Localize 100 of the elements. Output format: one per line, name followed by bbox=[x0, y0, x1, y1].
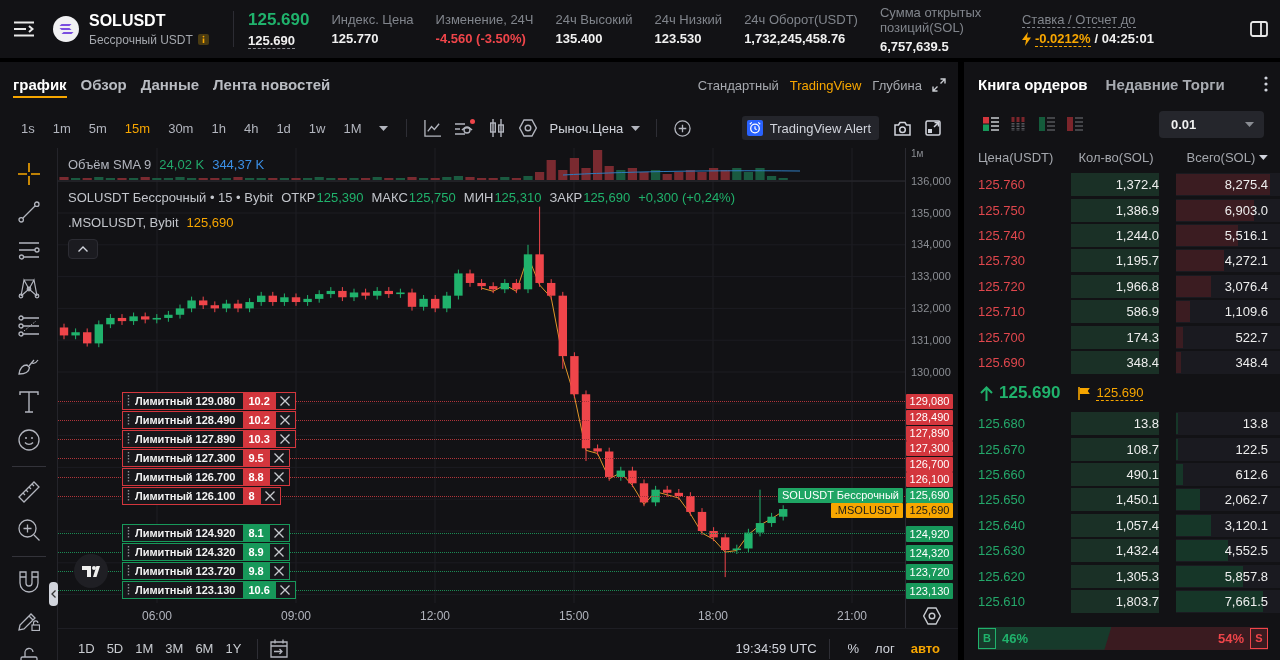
quantity-cell: 1,195.7 bbox=[1071, 249, 1159, 273]
order-book-tab[interactable]: Недавние Торги bbox=[1105, 75, 1225, 93]
stat-value: 6,757,639.5 bbox=[879, 38, 950, 54]
time-tick: 15:00 bbox=[559, 608, 589, 623]
range-button[interactable]: 1Y bbox=[221, 639, 246, 658]
chart-settings-button[interactable] bbox=[923, 606, 941, 625]
mark-price: 125.690 bbox=[248, 32, 295, 49]
price-tag: SOLUSDT Бессрочный bbox=[778, 487, 903, 503]
sort-caret-icon bbox=[1259, 154, 1268, 160]
range-button[interactable]: 1M bbox=[131, 639, 158, 658]
interval-button[interactable]: 1s bbox=[14, 117, 42, 139]
plus-circle-icon bbox=[674, 119, 692, 137]
interval-button[interactable]: 15m bbox=[117, 117, 158, 139]
scale-mode-button[interactable]: лог bbox=[869, 639, 901, 658]
interval-button[interactable]: 1m bbox=[45, 117, 78, 139]
total-value: 5,857.8 bbox=[1224, 568, 1268, 584]
chart-clock: 19:34:59 UTC bbox=[735, 641, 817, 656]
layout-button[interactable] bbox=[1250, 21, 1268, 37]
price-label: 123,130 bbox=[906, 582, 953, 599]
range-button[interactable]: 5D bbox=[102, 639, 128, 658]
chart-view-tab[interactable]: TradingView bbox=[789, 77, 862, 93]
expand-icon bbox=[932, 78, 946, 92]
legend-ohlc-label: ЗАКР bbox=[549, 189, 583, 205]
time-tick: 12:00 bbox=[420, 608, 450, 623]
time-tick: 09:00 bbox=[281, 608, 311, 623]
price-tick: 133,000 bbox=[911, 270, 951, 283]
text-tool-icon bbox=[18, 391, 39, 413]
crosshair-icon bbox=[16, 162, 41, 186]
bid-price: 125.610 bbox=[978, 594, 1026, 610]
interval-button[interactable]: 5m bbox=[81, 117, 114, 139]
book-asks-icon bbox=[1067, 117, 1083, 131]
total-value: 522.7 bbox=[1235, 329, 1268, 345]
book-columns-icon bbox=[1011, 117, 1027, 131]
stat-value: 125.770 bbox=[331, 31, 380, 46]
legend-change: +0,300 (+0,24%) bbox=[638, 189, 735, 205]
legend-ohlc-value: 125,690 bbox=[583, 189, 631, 205]
total-value: 122.5 bbox=[1235, 441, 1268, 457]
column-header: Кол-во(SOL) bbox=[1077, 149, 1154, 165]
chart-tab[interactable]: Обзор bbox=[80, 72, 127, 98]
price-label: 124,320 bbox=[906, 544, 953, 561]
range-button[interactable]: 3M bbox=[161, 639, 188, 658]
total-value: 13.8 bbox=[1242, 416, 1268, 432]
interval-button[interactable]: 4h bbox=[236, 117, 266, 139]
ruler-icon bbox=[17, 481, 40, 503]
quantity-cell: 1,244.0 bbox=[1071, 223, 1159, 247]
range-button[interactable]: 1D bbox=[74, 639, 99, 658]
more-icon bbox=[1264, 76, 1268, 92]
more-button[interactable] bbox=[1264, 76, 1268, 92]
interval-button[interactable]: 1M bbox=[336, 117, 369, 139]
ask-price: 125.690 bbox=[978, 354, 1026, 370]
collapse-handle[interactable] bbox=[49, 582, 58, 606]
flag-icon bbox=[1078, 386, 1091, 400]
quantity-cell: 586.9 bbox=[1071, 300, 1159, 324]
book-both-sides-icon bbox=[983, 117, 999, 131]
interval-button[interactable]: 1h bbox=[204, 117, 233, 139]
price-type-dropdown[interactable]: Рыноч.Цена bbox=[545, 117, 645, 139]
scale-mode-button[interactable]: % bbox=[841, 639, 866, 658]
chart-view-tab[interactable]: Глубина bbox=[872, 77, 922, 93]
settings-icon bbox=[518, 119, 537, 137]
settings-icon bbox=[923, 606, 941, 625]
order-book-tab[interactable]: Книга ордеров bbox=[978, 75, 1088, 93]
chart-view-tab[interactable]: Стандартный bbox=[697, 77, 779, 93]
chart-tab[interactable]: Данные bbox=[140, 72, 200, 98]
book-bids-icon bbox=[1039, 117, 1055, 131]
bid-price: 125.650 bbox=[978, 492, 1026, 508]
expand-button[interactable] bbox=[932, 78, 946, 92]
time-tick: 18:00 bbox=[698, 608, 728, 623]
menu-button[interactable] bbox=[14, 21, 34, 37]
range-button[interactable]: 6M bbox=[191, 639, 218, 658]
magnet-icon bbox=[18, 571, 39, 593]
zoom-in-icon bbox=[17, 519, 40, 541]
price-label: 127,890 bbox=[906, 425, 953, 441]
tick-size-dropdown[interactable]: 0.01 bbox=[1159, 110, 1264, 138]
total-value: 3,120.1 bbox=[1224, 517, 1268, 533]
stat-label: Изменение, 24Ч bbox=[435, 12, 534, 27]
caret-icon bbox=[631, 125, 641, 131]
funding-rate: -0.0212% bbox=[1034, 30, 1091, 47]
sell-badge: S bbox=[1250, 627, 1268, 649]
time-tick: 21:00 bbox=[837, 608, 867, 623]
interval-button[interactable]: 30m bbox=[161, 117, 201, 139]
chart-tab[interactable]: график bbox=[13, 72, 67, 98]
go-to-date-button[interactable] bbox=[270, 639, 289, 658]
column-header: Всего(SOL) bbox=[1185, 149, 1256, 165]
price-tick: 131,000 bbox=[911, 333, 951, 346]
ask-price: 125.720 bbox=[978, 278, 1026, 294]
funding-label: Ставка / Отсчет до bbox=[1021, 11, 1136, 28]
scale-mode-button[interactable]: авто bbox=[904, 639, 946, 658]
panel-icon bbox=[1250, 21, 1268, 37]
chart-tab[interactable]: Лента новостей bbox=[213, 72, 331, 98]
bid-price: 125.640 bbox=[978, 517, 1026, 533]
quantity-cell: 13.8 bbox=[1071, 412, 1159, 436]
price-label: 124,920 bbox=[906, 525, 953, 542]
interval-button[interactable]: 1d bbox=[269, 117, 298, 139]
view-mode-button[interactable] bbox=[983, 117, 999, 131]
bid-price: 125.670 bbox=[978, 441, 1026, 457]
interval-button[interactable]: 1w bbox=[301, 117, 333, 139]
caret-icon bbox=[378, 125, 388, 131]
legend-ohlc-value: 125,390 bbox=[316, 189, 364, 205]
alert-button[interactable]: TradingView Alert bbox=[741, 116, 879, 140]
stat-label: Индекс. Цена bbox=[331, 12, 414, 27]
